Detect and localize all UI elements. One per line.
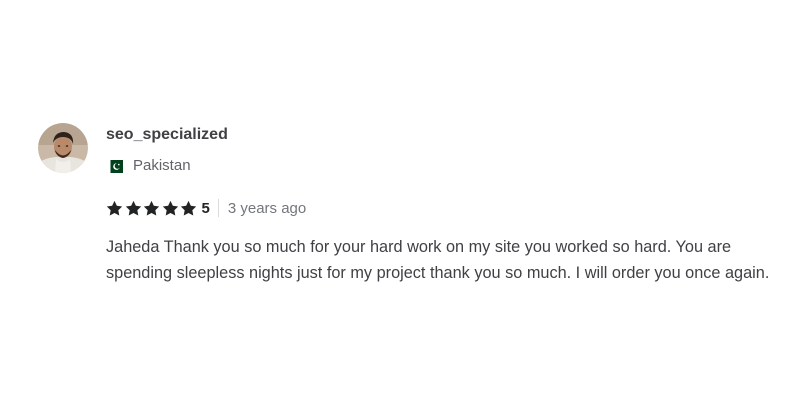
username[interactable]: seo_specialized: [106, 125, 228, 145]
rating-row: 5 3 years ago: [106, 198, 790, 218]
star-icon: [143, 200, 160, 216]
star-rating: [106, 200, 199, 217]
star-icon: [106, 200, 123, 216]
pakistan-flag-icon: [106, 159, 123, 173]
star-icon: [125, 200, 141, 216]
user-avatar-icon: [38, 123, 88, 173]
avatar[interactable]: [38, 123, 88, 173]
user-info: seo_specialized Pakistan: [106, 123, 228, 175]
country-name: Pakistan: [133, 157, 191, 174]
review-header: seo_specialized Pakistan: [38, 123, 790, 175]
review-card: seo_specialized Pakistan 5 3 years ago J…: [38, 123, 790, 286]
rating-value: 5: [201, 199, 210, 217]
star-icon: [180, 200, 197, 216]
star-icon: [162, 200, 178, 216]
country-row: Pakistan: [106, 157, 228, 175]
review-text: Jaheda Thank you so much for your hard w…: [106, 238, 770, 282]
rating-divider: [217, 199, 219, 217]
review-time: 3 years ago: [227, 199, 307, 217]
